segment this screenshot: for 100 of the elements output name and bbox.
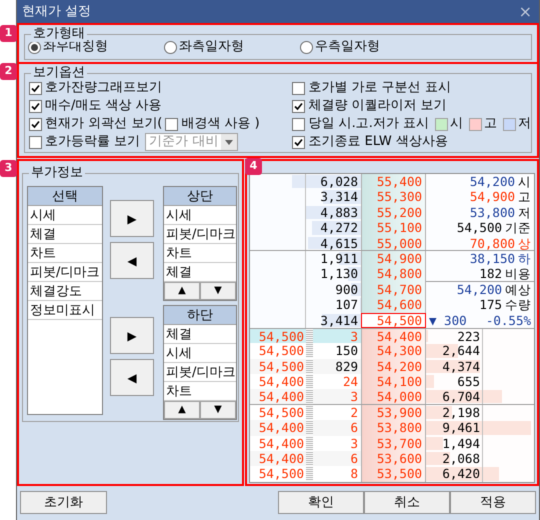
radio-button[interactable] (164, 40, 177, 54)
checkbox[interactable] (29, 100, 42, 112)
bid-price: 53,900 (376, 404, 422, 420)
trade-quantity: 2 (349, 404, 359, 420)
trade-quantity: 24 (342, 374, 359, 390)
close-button[interactable]: × (516, 4, 534, 20)
list-item[interactable]: 시세 (164, 206, 236, 225)
trade-quantity: 3 (349, 328, 359, 344)
list-item[interactable]: 피봇/디마크 (164, 225, 236, 244)
info-label: 시 (518, 174, 531, 190)
checkbox[interactable] (292, 136, 306, 148)
list-item[interactable]: 차트 (28, 244, 102, 263)
option-label: 매수/매도 색상 사용 (45, 97, 162, 116)
list-item[interactable]: 체결 (164, 325, 236, 344)
bid-quantity: 4,374 (441, 358, 480, 374)
ask-quantity: 1,911 (320, 250, 358, 266)
radio-label: 우측일자형 (315, 38, 380, 56)
bid-quantity: 2,198 (441, 404, 480, 420)
list-item[interactable]: 피봇/디마크 (28, 263, 102, 282)
list-item[interactable]: 시세 (28, 206, 102, 225)
bid-quantity: 223 (456, 328, 480, 344)
checkbox[interactable] (292, 100, 306, 112)
list-item[interactable]: 차트 (164, 244, 236, 263)
info-value: 38,150 (470, 250, 515, 266)
color-swatch[interactable] (503, 118, 516, 130)
info-label: 하 (518, 250, 531, 266)
bid-price: 53,500 (376, 466, 422, 482)
info-value: 54,200 (470, 174, 515, 190)
bid-quantity: 2,068 (441, 451, 480, 466)
color-swatch[interactable] (469, 118, 482, 130)
ask-price: 54,800 (376, 266, 422, 282)
action-button[interactable]: 적용 (450, 491, 536, 514)
ask-quantity: 6,028 (320, 174, 358, 190)
info-value: 54,900 (470, 189, 515, 205)
ask-price: 55,100 (376, 220, 422, 236)
info-label: 고 (518, 189, 531, 205)
move-order-button[interactable]: ▲ (164, 282, 200, 300)
trade-price: 54,500 (258, 404, 305, 420)
list-item[interactable]: 정보미표시 (28, 301, 102, 320)
list-item[interactable]: 피봇/디마크 (164, 363, 236, 382)
checkbox[interactable] (29, 82, 42, 94)
trade-price: 54,400 (258, 436, 305, 452)
move-button[interactable]: ▶ (110, 317, 154, 354)
bid-price: 53,700 (376, 436, 422, 451)
ask-price: 55,300 (376, 189, 422, 204)
ask-quantity: 900 (335, 282, 358, 298)
bid-quantity: 6,704 (441, 389, 480, 405)
list-header: 상단 (164, 187, 236, 206)
ask-price: 55,000 (376, 236, 422, 251)
trade-quantity: 3 (349, 436, 359, 452)
trade-price: 54,400 (258, 451, 305, 466)
move-order-button[interactable]: ▲ (164, 401, 200, 419)
trade-price: 54,500 (258, 328, 305, 344)
action-button[interactable]: 확인 (278, 491, 364, 514)
move-button[interactable]: ▶ (110, 200, 154, 237)
info-label: 수량 (505, 297, 531, 313)
list-item[interactable]: 체결 (28, 225, 102, 244)
move-order-button[interactable]: ▼ (200, 282, 236, 300)
list-item[interactable]: 체결강도 (28, 282, 102, 301)
option-label: 현재가 외곽선 보기( (45, 115, 162, 134)
move-order-button[interactable]: ▼ (200, 401, 236, 419)
info-label: 예상 (505, 282, 531, 298)
bid-price: 54,400 (376, 328, 422, 344)
trade-price: 54,500 (258, 343, 305, 359)
callout-badge: 3 (0, 160, 17, 177)
option-label: 당일 시.고.저가 표시 (308, 115, 429, 134)
radio-label: 좌측일자형 (179, 38, 244, 56)
checkbox[interactable] (29, 118, 42, 130)
trade-quantity: 150 (334, 343, 359, 359)
ask-price: 55,400 (376, 174, 422, 189)
ask-quantity: 1,130 (320, 266, 358, 282)
group-title: 부가정보 (29, 165, 85, 181)
radio-button[interactable] (300, 40, 313, 54)
bid-price: 53,600 (376, 451, 422, 466)
move-button[interactable]: ◀ (110, 359, 154, 396)
action-button[interactable]: 취소 (364, 491, 450, 514)
reset-button[interactable]: 초기화 (20, 491, 107, 514)
bid-price: 54,200 (376, 358, 422, 374)
current-price: 54,500 (361, 312, 426, 328)
ask-price: 55,200 (376, 204, 422, 220)
checkbox[interactable] (292, 82, 306, 94)
trade-quantity: 8 (349, 466, 359, 482)
list-item[interactable]: 시세 (164, 344, 236, 363)
window-title: 현재가 설정 (22, 2, 92, 21)
info-label: 기준 (505, 220, 531, 236)
move-button[interactable]: ◀ (110, 242, 154, 279)
checkbox[interactable] (29, 136, 42, 148)
color-swatch[interactable] (435, 118, 448, 130)
checkbox[interactable] (165, 118, 178, 130)
trade-price: 54,400 (258, 374, 305, 390)
list-header: 하단 (164, 306, 236, 325)
callout-badge: 4 (245, 158, 262, 175)
price-change: ▼ 300 (429, 312, 467, 328)
trade-quantity: 829 (334, 358, 359, 374)
checkbox[interactable] (292, 118, 306, 130)
group-title: 호가형태 (31, 26, 87, 42)
info-label: 저 (518, 204, 531, 220)
trade-quantity: 6 (349, 420, 359, 436)
ask-price: 54,900 (376, 250, 422, 266)
info-value: 54,200 (456, 282, 502, 298)
